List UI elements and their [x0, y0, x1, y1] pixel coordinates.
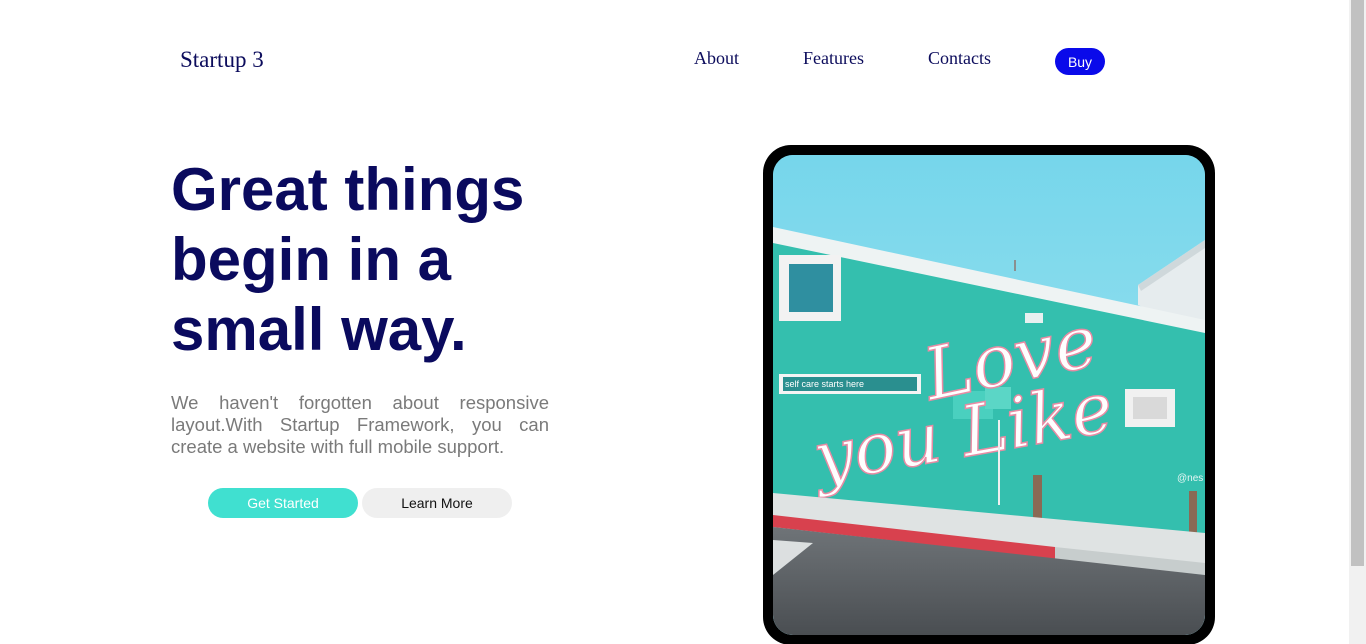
- get-started-button[interactable]: Get Started: [208, 488, 358, 518]
- wall-vent-slats: [1133, 397, 1167, 419]
- hero-title: Great things begin in a small way.: [171, 156, 525, 363]
- hero-image: self care starts here Love you Like @nes: [773, 155, 1205, 635]
- photo-watermark: @nes: [1177, 473, 1203, 484]
- page-scrollbar[interactable]: [1349, 0, 1366, 644]
- nav-about-link[interactable]: About: [694, 48, 739, 69]
- buy-button[interactable]: Buy: [1055, 48, 1105, 75]
- wall-sign-text: self care starts here: [785, 379, 864, 389]
- hero-description: We haven't forgotten about responsive la…: [171, 392, 549, 457]
- mural-photo-illustration: self care starts here Love you Like @nes: [773, 155, 1205, 635]
- wall-window: [789, 264, 833, 312]
- nav-contacts-link[interactable]: Contacts: [928, 48, 991, 69]
- learn-more-button[interactable]: Learn More: [362, 488, 512, 518]
- scrollbar-thumb[interactable]: [1351, 0, 1364, 566]
- hero-image-frame: self care starts here Love you Like @nes: [763, 145, 1215, 644]
- nav-features-link[interactable]: Features: [803, 48, 864, 69]
- brand-logo[interactable]: Startup 3: [180, 47, 264, 73]
